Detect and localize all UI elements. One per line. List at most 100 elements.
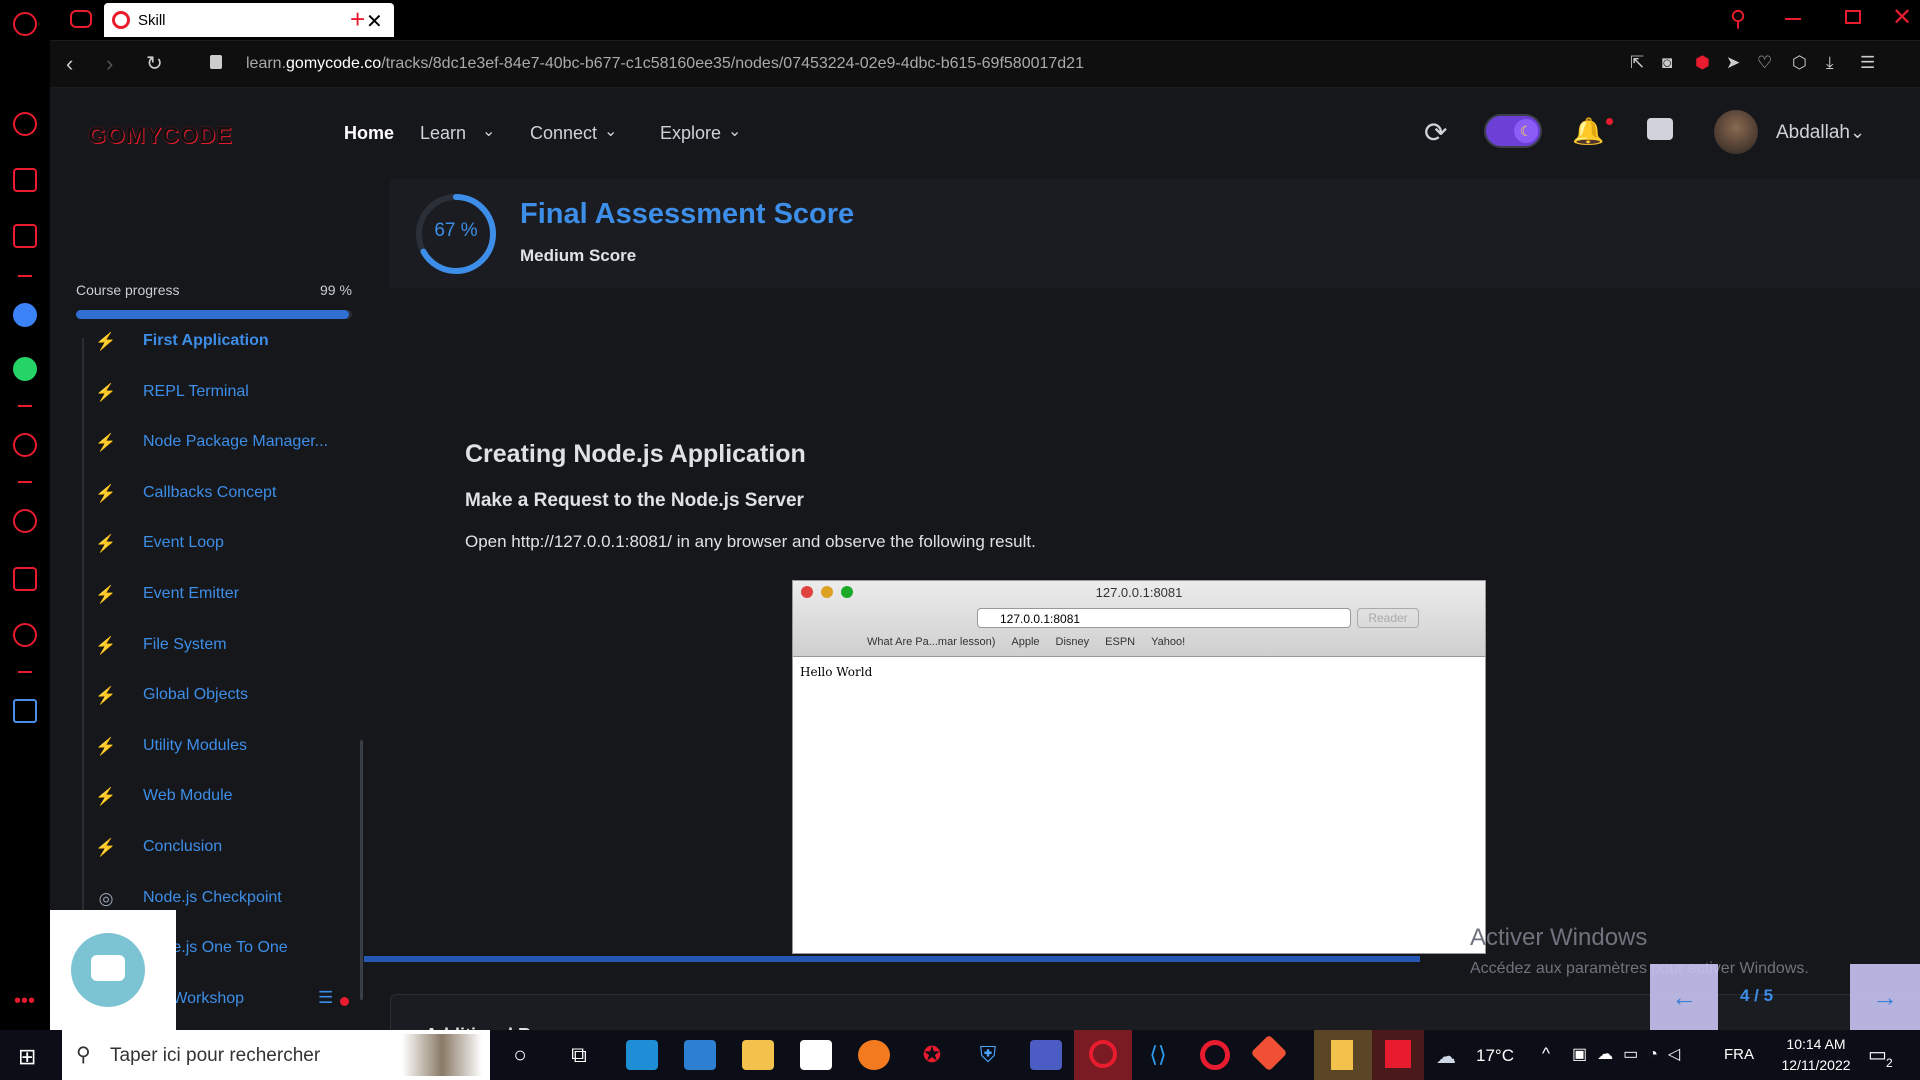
chevron-down-icon[interactable]: ⌄	[482, 121, 495, 141]
rail-separator	[18, 275, 32, 277]
more-icon[interactable]: •••	[14, 990, 35, 1013]
nav-learn[interactable]: Learn	[420, 123, 466, 144]
download-icon[interactable]: ⤓	[1826, 53, 1834, 73]
chevron-down-icon[interactable]: ⌄	[1850, 122, 1865, 143]
translate-icon[interactable]	[13, 699, 37, 723]
opera-gx-icon	[1089, 1040, 1117, 1068]
search-box[interactable]: ⚲ Taper ici pour rechercher	[62, 1030, 490, 1080]
history-icon[interactable]	[13, 509, 37, 533]
scrollbar[interactable]	[360, 740, 363, 1000]
send-icon[interactable]: ➤	[1726, 53, 1740, 73]
heart-icon[interactable]: ♡	[1757, 53, 1772, 73]
url-field[interactable]: learn.gomycode.co/tracks/8dc1e3ef-84e7-4…	[246, 55, 1084, 73]
cube-icon[interactable]	[13, 567, 37, 591]
sidebar-item[interactable]: ⚡ Web Module	[95, 773, 345, 823]
sidebar-item[interactable]: ⚡ Callbacks Concept	[95, 470, 345, 520]
language-indicator[interactable]: FRA	[1724, 1046, 1754, 1063]
app-active[interactable]	[1372, 1030, 1424, 1080]
nav-explore[interactable]: Explore	[660, 123, 721, 144]
lesson-progress-line	[364, 956, 1420, 962]
back-icon[interactable]: ‹	[66, 51, 73, 77]
restore-icon[interactable]	[1845, 10, 1861, 24]
reload-icon[interactable]: ↻	[146, 51, 163, 76]
chat-icon[interactable]	[1647, 118, 1673, 140]
gomycode-logo[interactable]: GOMYCODE	[88, 122, 233, 149]
messenger-icon[interactable]	[13, 303, 37, 327]
twitch-icon[interactable]	[13, 224, 37, 248]
close-icon[interactable]: ✕	[366, 9, 383, 34]
sidebar-item-label: REPL Terminal	[143, 382, 249, 400]
weather-temp[interactable]: 17°C	[1476, 1046, 1514, 1066]
chevron-down-icon[interactable]: ⌄	[728, 121, 741, 141]
url-path: /tracks/8dc1e3ef-84e7-40bc-b677-c1c58160…	[381, 55, 1084, 72]
sidebar-item[interactable]: ⚡ Global Objects	[95, 672, 345, 722]
share-icon[interactable]: ⇱	[1630, 53, 1644, 73]
new-tab-icon[interactable]: +	[350, 4, 365, 35]
git-icon[interactable]	[1250, 1034, 1288, 1072]
chevron-down-icon[interactable]: ⌄	[604, 121, 617, 141]
bolt-icon: ⚡	[95, 635, 117, 655]
outline-icon[interactable]: ☰	[318, 988, 333, 1008]
opera-gx-taskbar-active[interactable]	[1074, 1030, 1132, 1080]
nav-connect[interactable]: Connect	[530, 123, 597, 144]
briefcase-icon[interactable]	[13, 168, 37, 192]
windows-start-icon[interactable]: ⊞	[18, 1044, 36, 1070]
file-explorer-icon[interactable]	[742, 1040, 774, 1070]
weather-icon[interactable]: ☁	[1436, 1044, 1456, 1069]
sidebar-item[interactable]: ⚡ REPL Terminal	[95, 369, 345, 419]
vscode-icon[interactable]: ⟨⟩	[1142, 1040, 1174, 1070]
camera-icon[interactable]: ◙	[1662, 53, 1672, 73]
task-view-icon[interactable]: ⧉	[563, 1040, 595, 1070]
cortana-icon[interactable]: ○	[504, 1040, 536, 1070]
sidebar-item[interactable]: ⚡ Conclusion	[95, 824, 345, 874]
chat-widget-button[interactable]	[71, 933, 145, 1007]
prev-arrow-button[interactable]: ←	[1650, 964, 1718, 1030]
shield-icon[interactable]: ⛨	[972, 1040, 1004, 1070]
file-app-active[interactable]	[1314, 1030, 1372, 1080]
sidebar-item[interactable]: ⚡ File System	[95, 622, 345, 672]
nav-home[interactable]: Home	[344, 123, 394, 144]
mail-icon[interactable]	[684, 1040, 716, 1070]
easy-setup-icon[interactable]: ☰	[1860, 53, 1875, 73]
player-icon[interactable]	[13, 433, 37, 457]
whatsapp-icon[interactable]	[13, 357, 37, 381]
box-icon[interactable]: ⬡	[1792, 53, 1807, 73]
tray-icons[interactable]: ▣☁▭◔◁	[1572, 1044, 1690, 1064]
search-icon[interactable]: ⚲	[1730, 6, 1746, 32]
avatar[interactable]	[1714, 110, 1758, 154]
next-arrow-button[interactable]: →	[1850, 964, 1920, 1030]
sidebar-item-label: Conclusion	[143, 838, 223, 855]
user-name[interactable]: Abdallah	[1776, 122, 1850, 144]
sidebar-item-label: Event Emitter	[143, 585, 240, 602]
teams-icon[interactable]	[1030, 1040, 1062, 1070]
url-host: gomycode.co	[286, 55, 382, 72]
minimize-icon[interactable]	[1785, 18, 1801, 20]
app-icon[interactable]: ✪	[916, 1040, 948, 1070]
edge-icon[interactable]	[626, 1040, 658, 1070]
sync-icon[interactable]: ⟳	[1424, 116, 1447, 149]
clock-date[interactable]: 12/11/2022	[1768, 1057, 1864, 1073]
theme-toggle[interactable]: ☾	[1484, 114, 1542, 148]
notification-center-icon[interactable]: ▭	[1868, 1042, 1887, 1067]
forward-icon[interactable]: ›	[106, 51, 113, 77]
bookmark-item: ESPN	[1105, 636, 1136, 648]
store-icon[interactable]	[800, 1040, 832, 1070]
bell-icon[interactable]: 🔔	[1572, 116, 1604, 147]
bookmark-item: Disney	[1055, 636, 1090, 648]
firefox-icon[interactable]	[858, 1040, 890, 1070]
opera-icon[interactable]	[1200, 1040, 1230, 1070]
tray-chevron-icon[interactable]: ^	[1542, 1044, 1550, 1064]
adblock-icon[interactable]: ⬢	[1695, 53, 1710, 73]
sidebar-item[interactable]: ⚡ Event Loop	[95, 520, 345, 570]
workspace-icon[interactable]	[70, 10, 92, 28]
sidebar-item[interactable]: ⚡ First Application	[95, 318, 345, 368]
clock-time[interactable]: 10:14 AM	[1776, 1036, 1856, 1052]
opera-logo-icon[interactable]	[13, 12, 37, 36]
sidebar-item[interactable]: ⚡ Utility Modules	[95, 723, 345, 773]
speed-dial-icon[interactable]	[13, 112, 37, 136]
window-close-icon[interactable]: ✕	[1892, 3, 1912, 32]
settings-icon[interactable]	[13, 623, 37, 647]
sidebar-item[interactable]: ⚡ Node Package Manager...	[95, 419, 345, 469]
sidebar-item[interactable]: ⚡ Event Emitter	[95, 571, 345, 621]
bolt-icon: ⚡	[95, 736, 117, 756]
